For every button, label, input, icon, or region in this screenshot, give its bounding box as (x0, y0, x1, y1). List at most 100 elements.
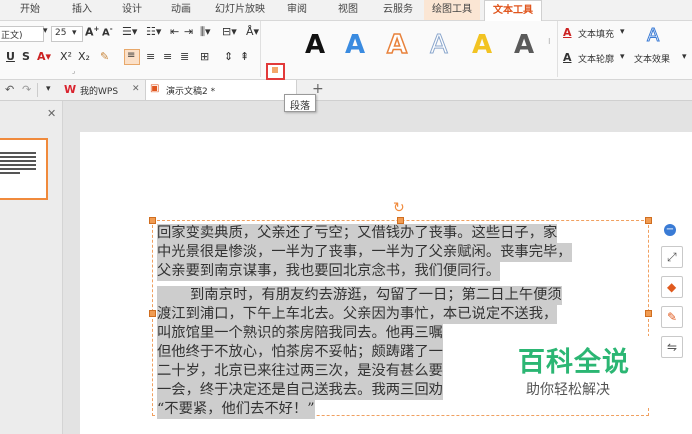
ribbon-divider (557, 21, 558, 77)
my-wps-tab[interactable]: 我的WPS (80, 84, 118, 97)
resize-handle-top-right[interactable] (645, 217, 652, 224)
float-edit-shape-button[interactable]: ⤢ (661, 246, 683, 268)
line-break-icon[interactable]: ⇞ (240, 50, 249, 63)
text-fill-button[interactable]: 文本填充 (578, 27, 614, 40)
edit-shape-icon: ⤢ (667, 250, 677, 264)
wordart-style-blue-outline[interactable]: A (430, 30, 449, 61)
text-fill-dropdown-icon[interactable]: ▾ (620, 27, 625, 37)
ribbon-divider (260, 21, 261, 77)
gallery-scroll-icon[interactable]: ⁝ (548, 37, 551, 46)
wordart-style-black[interactable]: A (305, 30, 325, 60)
numbered-list-icon[interactable]: ☷▾ (146, 25, 161, 38)
shrink-font-icon[interactable]: A- (102, 25, 113, 38)
font-name-dropdown-icon[interactable]: ▾ (43, 26, 48, 36)
watermark-title: 百科全说 (518, 347, 630, 378)
toolbar-divider (37, 83, 38, 97)
tab-review[interactable]: 审阅 (282, 0, 312, 20)
font-name-box[interactable]: 正文) (0, 26, 44, 42)
presentation-file-icon: ▣ (150, 83, 160, 94)
text-line: 一会，终于决定还是自己送我去。我两三回劝 (157, 381, 443, 401)
bullet-list-icon[interactable]: ☰▾ (122, 25, 137, 38)
underline-icon[interactable]: U (6, 50, 15, 63)
resize-handle-top[interactable] (397, 217, 404, 224)
grow-font-icon[interactable]: A+ (85, 25, 99, 39)
text-fill-icon[interactable]: A (563, 26, 572, 39)
align-center-icon[interactable]: ≡ (146, 50, 155, 63)
line-spacing-icon[interactable]: ⊟▾ (222, 25, 237, 38)
resize-handle-right[interactable] (645, 310, 652, 317)
text-outline-button[interactable]: 文本轮廓 (578, 52, 614, 65)
tab-text-tools[interactable]: 文本工具 (484, 0, 542, 21)
tab-animation[interactable]: 动画 (163, 0, 199, 20)
float-fill-button[interactable]: ◆ (661, 276, 683, 298)
clear-format-icon[interactable]: ✎ (100, 50, 109, 63)
slide-thumbnail[interactable] (0, 138, 48, 200)
font-size-dropdown-icon[interactable]: ▾ (72, 28, 77, 38)
align-right-icon[interactable]: ≡ (163, 50, 172, 63)
text-effect-dropdown-icon[interactable]: ▾ (682, 52, 687, 62)
collapse-icon[interactable]: − (664, 224, 676, 236)
tab-drawing-tools[interactable]: 绘图工具 (424, 0, 480, 20)
align-left-icon[interactable]: ≡ (124, 49, 140, 65)
resize-handle-top-left[interactable] (149, 217, 156, 224)
thumbnail-preview (0, 152, 36, 174)
ribbon-panel: 正文) ▾ 25 ▾ A+ A- ☰▾ ☷▾ ⇤ ⇥ ⫼▾ ⊟▾ Å▾ U S … (0, 21, 692, 80)
wordart-style-gray[interactable]: A (514, 30, 534, 60)
paragraph-dialog-launcher[interactable] (266, 63, 285, 80)
undo-icon[interactable]: ↶ (5, 83, 14, 96)
text-line: 回家变卖典质，父亲还了亏空；又借钱办了丧事。这些日子，家 (157, 224, 558, 244)
close-tab-icon[interactable]: ✕ (132, 84, 140, 94)
text-outline-dropdown-icon[interactable]: ▾ (620, 52, 625, 62)
superscript-icon[interactable]: X² (60, 50, 72, 63)
font-name: 正文) (1, 31, 23, 41)
text-line: 渡江到浦口，下午上车北去。父亲因为事忙，本已说定不送我， (157, 305, 558, 325)
shadow-s-icon[interactable]: S (22, 50, 30, 63)
float-format-button[interactable]: ⇋ (661, 336, 683, 358)
font-group-launcher-icon[interactable]: ⌟ (72, 67, 75, 75)
tab-view[interactable]: 视图 (333, 0, 363, 20)
text-direction-icon[interactable]: Å▾ (246, 25, 259, 38)
text-effect-button[interactable]: 文本效果 (634, 52, 670, 65)
resize-handle-left[interactable] (149, 310, 156, 317)
text-line: 二十岁，北京已来往过两三次，是没有甚么要 (157, 362, 443, 382)
quick-access-dropdown-icon[interactable]: ▾ (46, 84, 51, 94)
text-line: 中光景很是惨淡，一半为了丧事，一半为了父亲赋闲。丧事完毕， (157, 243, 572, 263)
redo-icon[interactable]: ↷ (22, 83, 31, 96)
ribbon-tab-bar: 开始 插入 设计 动画 幻灯片放映 审阅 视图 云服务 绘图工具 文本工具 (0, 0, 692, 21)
subscript-icon[interactable]: X₂ (78, 50, 90, 63)
document-tab-label: 演示文稿2 * (166, 87, 216, 97)
indent-decrease-icon[interactable]: ⇤ (170, 25, 179, 38)
wordart-style-orange-outline[interactable]: A (386, 29, 408, 61)
text-line: 到南京时，有朋友约去游逛，勾留了一日；第二日上午便须 (157, 286, 562, 306)
tab-home[interactable]: 开始 (12, 0, 48, 20)
text-line: 但他终于不放心，怕茶房不妥帖；颇踌躇了一 (157, 343, 443, 363)
document-tab[interactable]: ▣ 演示文稿2 * (145, 80, 297, 100)
dialog-launcher-icon (272, 67, 278, 73)
distribute-icon[interactable]: ⊞ (200, 50, 209, 63)
tab-cloud-service[interactable]: 云服务 (378, 0, 418, 20)
tab-insert[interactable]: 插入 (64, 0, 100, 20)
close-panel-icon[interactable]: ✕ (47, 107, 56, 120)
justify-icon[interactable]: ≣ (180, 50, 189, 63)
font-color-icon[interactable]: A▾ (37, 50, 51, 63)
wordart-style-gold[interactable]: A (472, 30, 492, 60)
font-size-box[interactable]: 25 ▾ (51, 26, 83, 42)
columns-icon[interactable]: ⫼▾ (200, 25, 211, 39)
slide-thumbnail-panel: ✕ (0, 101, 63, 434)
watermark: 百科全说 助你轻松解决 (504, 336, 654, 408)
wps-logo-icon: W (64, 83, 77, 96)
text-line: “不要紧，他们去不好！” (157, 400, 315, 420)
tab-slideshow[interactable]: 幻灯片放映 (210, 0, 270, 20)
paragraph-spacing-icon[interactable]: ⇕ (224, 50, 233, 63)
tab-design[interactable]: 设计 (114, 0, 150, 20)
font-size: 25 (55, 28, 67, 38)
float-outline-button[interactable]: ✎ (661, 306, 683, 328)
wordart-style-blue[interactable]: A (345, 30, 365, 60)
indent-increase-icon[interactable]: ⇥ (184, 25, 193, 38)
text-line: 叫旅馆里一个熟识的茶房陪我同去。他再三嘱 (157, 324, 443, 344)
text-effect-icon[interactable]: A (646, 25, 659, 47)
rotate-handle-icon[interactable]: ↻ (393, 200, 405, 216)
watermark-subtitle: 助你轻松解决 (526, 382, 610, 398)
text-line: 父亲要到南京谋事，我也要回北京念书，我们便同行。 (157, 262, 501, 282)
text-outline-icon[interactable]: A (563, 51, 572, 64)
